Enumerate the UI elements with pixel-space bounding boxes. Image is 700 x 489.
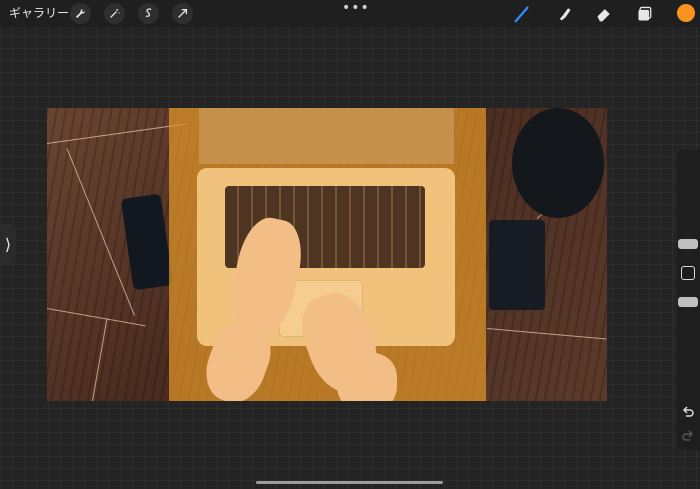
layers-icon[interactable] xyxy=(634,3,656,25)
brush-icon[interactable] xyxy=(511,3,533,25)
eraser-icon[interactable] xyxy=(593,3,615,25)
selection-s-icon[interactable] xyxy=(138,3,159,24)
color-picker-button[interactable] xyxy=(677,4,695,22)
expand-panel-button[interactable]: ⟩ xyxy=(0,224,16,264)
magic-wand-icon[interactable] xyxy=(104,3,125,24)
wallet-object xyxy=(489,220,545,310)
brush-size-slider[interactable] xyxy=(678,239,698,249)
gallery-button[interactable]: ギャラリー xyxy=(9,5,69,21)
right-arm xyxy=(337,353,397,401)
chevron-right-icon: ⟩ xyxy=(4,234,12,254)
home-indicator[interactable] xyxy=(256,481,443,484)
laptop-screen xyxy=(199,108,454,164)
camera-object xyxy=(512,108,604,218)
modify-square-button[interactable] xyxy=(681,266,695,280)
undo-icon[interactable] xyxy=(681,405,695,419)
top-toolbar: ギャラリー ••• xyxy=(0,0,700,27)
transform-arrow-icon[interactable] xyxy=(172,3,193,24)
opacity-slider[interactable] xyxy=(678,297,698,307)
wrench-icon[interactable] xyxy=(70,3,91,24)
redo-icon[interactable] xyxy=(681,429,695,443)
smudge-icon[interactable] xyxy=(553,3,575,25)
more-options-icon[interactable]: ••• xyxy=(342,1,370,15)
canvas-artwork[interactable] xyxy=(47,108,607,401)
